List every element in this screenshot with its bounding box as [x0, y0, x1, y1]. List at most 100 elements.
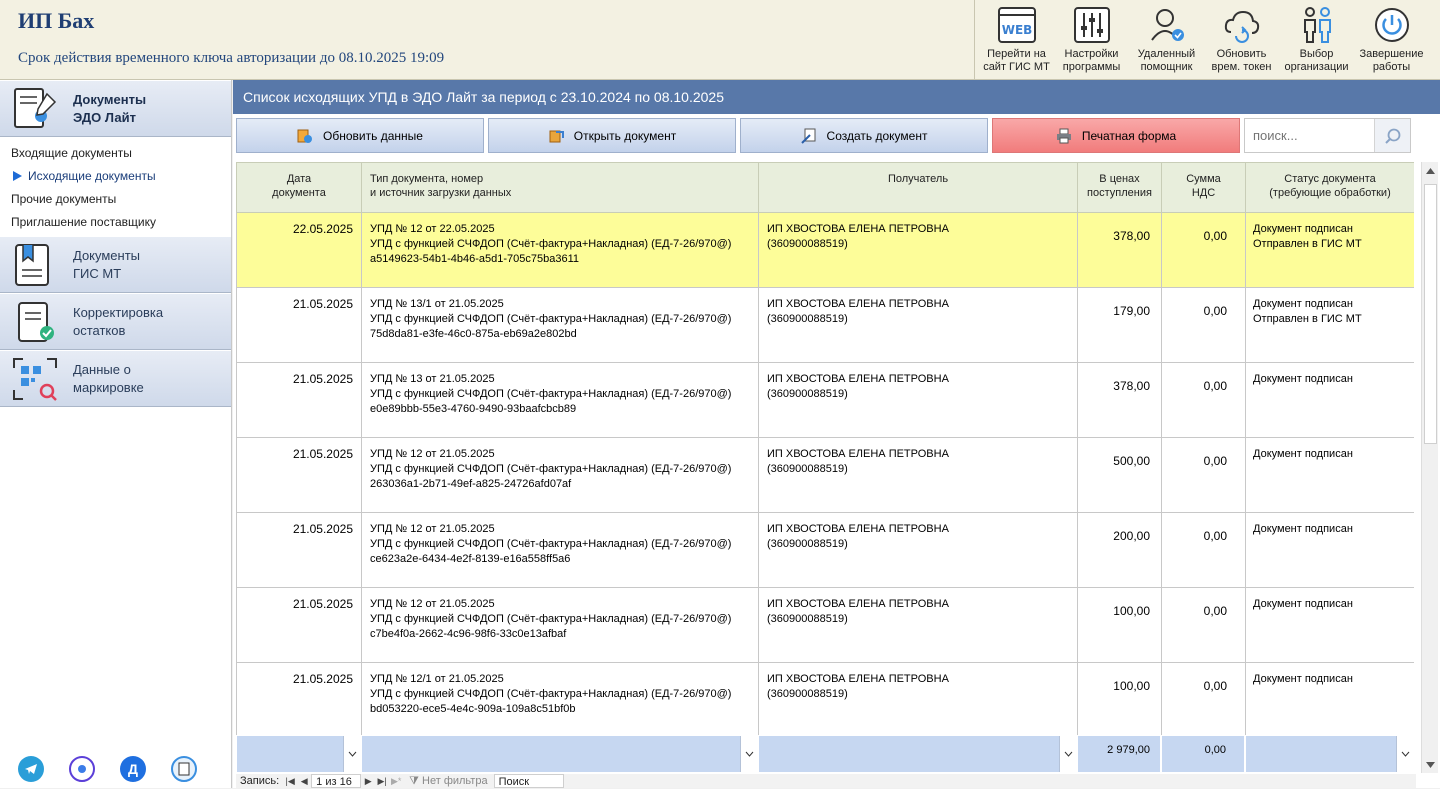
telegram-icon[interactable] — [18, 756, 44, 782]
cell-recipient[interactable]: ИП ХВОСТОВА ЕЛЕНА ПЕТРОВНА (360900088519) — [758, 587, 1078, 663]
cell-date[interactable]: 21.05.2025 — [236, 512, 362, 588]
cell-date[interactable]: 21.05.2025 — [236, 287, 362, 363]
cell-date[interactable]: 21.05.2025 — [236, 662, 362, 735]
navigator-search[interactable]: Поиск — [493, 774, 564, 788]
filter-recipient[interactable] — [758, 735, 1077, 773]
nav-group-marking-data[interactable]: Данные о маркировке — [0, 350, 231, 407]
scroll-up-icon[interactable] — [1422, 162, 1439, 179]
cell-status[interactable]: Документ подписан Отправлен в ГИС МТ — [1245, 212, 1414, 288]
select-organization-button[interactable]: Выбор организации — [1279, 0, 1354, 80]
chevron-down-icon[interactable] — [343, 736, 360, 772]
sub-item-incoming[interactable]: Входящие документы — [0, 142, 231, 165]
cell-vat[interactable]: 0,00 — [1161, 587, 1246, 663]
cell-status[interactable]: Документ подписан Отправлен в ГИС МТ — [1245, 287, 1414, 363]
table-row[interactable]: 21.05.2025 УПД № 12 от 21.05.2025 УПД с фу… — [236, 587, 1414, 663]
cell-doc-type[interactable]: УПД № 12 от 21.05.2025 УПД с функцией СЧФ… — [361, 437, 759, 513]
cell-status[interactable]: Документ подписан — [1245, 512, 1414, 588]
cell-doc-type[interactable]: УПД № 12/1 от 21.05.2025 УПД с функцией С… — [361, 662, 759, 735]
documents-table: Дата документа Тип документа, номер и ис… — [236, 162, 1414, 735]
cell-vat[interactable]: 0,00 — [1161, 362, 1246, 438]
first-record-icon[interactable]: |◀ — [283, 774, 297, 788]
last-record-icon[interactable]: ▶| — [375, 774, 389, 788]
create-document-button[interactable]: Создать документ — [740, 118, 988, 153]
scroll-down-icon[interactable] — [1422, 756, 1439, 773]
table-row[interactable]: 21.05.2025 УПД № 13 от 21.05.2025 УПД с фу… — [236, 362, 1414, 438]
cell-recipient[interactable]: ИП ХВОСТОВА ЕЛЕНА ПЕТРОВНА (360900088519) — [758, 362, 1078, 438]
exit-button[interactable]: Завершение работы — [1354, 0, 1429, 80]
notebook-icon[interactable] — [171, 756, 197, 782]
cell-date[interactable]: 21.05.2025 — [236, 437, 362, 513]
refresh-token-button[interactable]: Обновить врем. токен — [1204, 0, 1279, 80]
cell-status[interactable]: Документ подписан — [1245, 662, 1414, 735]
filter-status-label[interactable]: ⧩ Нет фильтра — [403, 774, 493, 788]
cell-price[interactable]: 500,00 — [1077, 437, 1162, 513]
cell-price[interactable]: 100,00 — [1077, 662, 1162, 735]
sub-item-outgoing[interactable]: Исходящие документы — [0, 165, 231, 188]
cell-recipient[interactable]: ИП ХВОСТОВА ЕЛЕНА ПЕТРОВНА (360900088519) — [758, 287, 1078, 363]
nav-group-stock-correction[interactable]: Корректировка остатков — [0, 293, 231, 350]
table-row[interactable]: 21.05.2025 УПД № 12 от 21.05.2025 УПД с фу… — [236, 512, 1414, 588]
gis-mt-website-button[interactable]: WEB Перейти на сайт ГИС МТ — [979, 0, 1054, 80]
table-row[interactable]: 22.05.2025 УПД № 12 от 22.05.2025 УПД с фу… — [236, 212, 1414, 288]
cell-price[interactable]: 378,00 — [1077, 362, 1162, 438]
new-record-icon: ▶* — [390, 776, 402, 786]
chevron-down-icon[interactable] — [1396, 736, 1413, 772]
d-icon[interactable]: Д — [120, 756, 146, 782]
chevron-down-icon[interactable] — [1059, 736, 1076, 772]
column-header-price[interactable]: В ценах поступления — [1077, 162, 1162, 213]
cell-recipient[interactable]: ИП ХВОСТОВА ЕЛЕНА ПЕТРОВНА (360900088519) — [758, 437, 1078, 513]
cell-price[interactable]: 179,00 — [1077, 287, 1162, 363]
cell-doc-type[interactable]: УПД № 12 от 22.05.2025 УПД с функцией СЧФ… — [361, 212, 759, 288]
cell-doc-type[interactable]: УПД № 12 от 21.05.2025 УПД с функцией СЧФ… — [361, 512, 759, 588]
cell-date[interactable]: 21.05.2025 — [236, 587, 362, 663]
table-row[interactable]: 21.05.2025 УПД № 13/1 от 21.05.2025 УПД с … — [236, 287, 1414, 363]
cell-price[interactable]: 100,00 — [1077, 587, 1162, 663]
sub-item-other[interactable]: Прочие документы — [0, 188, 231, 211]
refresh-data-button[interactable]: Обновить данные — [236, 118, 484, 153]
column-header-date[interactable]: Дата документа — [236, 162, 362, 213]
cell-recipient[interactable]: ИП ХВОСТОВА ЕЛЕНА ПЕТРОВНА (360900088519) — [758, 662, 1078, 735]
vertical-scrollbar[interactable] — [1421, 162, 1438, 773]
cell-status[interactable]: Документ подписан — [1245, 362, 1414, 438]
cell-doc-type[interactable]: УПД № 12 от 21.05.2025 УПД с функцией СЧФ… — [361, 587, 759, 663]
cell-vat[interactable]: 0,00 — [1161, 287, 1246, 363]
filter-doc-type[interactable] — [361, 735, 758, 773]
cell-recipient[interactable]: ИП ХВОСТОВА ЕЛЕНА ПЕТРОВНА (360900088519) — [758, 512, 1078, 588]
column-header-status[interactable]: Статус документа (требующие обработки) — [1245, 162, 1414, 213]
cell-vat[interactable]: 0,00 — [1161, 437, 1246, 513]
scrollbar-thumb[interactable] — [1424, 184, 1437, 444]
column-header-doc-type[interactable]: Тип документа, номер и источник загрузки… — [361, 162, 759, 213]
table-row[interactable]: 21.05.2025 УПД № 12 от 21.05.2025 УПД с фу… — [236, 437, 1414, 513]
print-form-button[interactable]: Печатная форма — [992, 118, 1240, 153]
filter-status[interactable] — [1245, 735, 1414, 773]
search-button[interactable] — [1374, 119, 1410, 152]
cell-vat[interactable]: 0,00 — [1161, 512, 1246, 588]
search-input[interactable] — [1245, 119, 1374, 152]
cell-vat[interactable]: 0,00 — [1161, 212, 1246, 288]
cell-vat[interactable]: 0,00 — [1161, 662, 1246, 735]
cell-date[interactable]: 22.05.2025 — [236, 212, 362, 288]
cell-recipient[interactable]: ИП ХВОСТОВА ЕЛЕНА ПЕТРОВНА (360900088519) — [758, 212, 1078, 288]
cell-doc-type[interactable]: УПД № 13 от 21.05.2025 УПД с функцией СЧФ… — [361, 362, 759, 438]
column-header-recipient[interactable]: Получатель — [758, 162, 1078, 213]
next-record-icon[interactable]: ▶ — [361, 774, 375, 788]
table-row[interactable]: 21.05.2025 УПД № 12/1 от 21.05.2025 УПД с … — [236, 662, 1414, 735]
program-settings-button[interactable]: Настройки программы — [1054, 0, 1129, 80]
cell-doc-type[interactable]: УПД № 13/1 от 21.05.2025 УПД с функцией С… — [361, 287, 759, 363]
cell-price[interactable]: 378,00 — [1077, 212, 1162, 288]
cell-status[interactable]: Документ подписан — [1245, 437, 1414, 513]
chevron-down-icon[interactable] — [740, 736, 757, 772]
nav-group-edo-lite[interactable]: Документы ЭДО Лайт — [0, 80, 231, 137]
cell-status[interactable]: Документ подписан — [1245, 587, 1414, 663]
remote-assistant-button[interactable]: Удаленный помощник — [1129, 0, 1204, 80]
cell-price[interactable]: 200,00 — [1077, 512, 1162, 588]
max-messenger-icon[interactable] — [69, 756, 95, 782]
filter-date[interactable] — [236, 735, 361, 773]
cell-date[interactable]: 21.05.2025 — [236, 362, 362, 438]
prev-record-icon[interactable]: ◀ — [297, 774, 311, 788]
nav-group-gis-mt[interactable]: Документы ГИС МТ — [0, 236, 231, 293]
record-position[interactable]: 1 из 16 — [311, 774, 362, 788]
column-header-vat[interactable]: Сумма НДС — [1161, 162, 1246, 213]
open-document-button[interactable]: Открыть документ — [488, 118, 736, 153]
sub-item-invite-supplier[interactable]: Приглашение поставщику — [0, 211, 231, 234]
